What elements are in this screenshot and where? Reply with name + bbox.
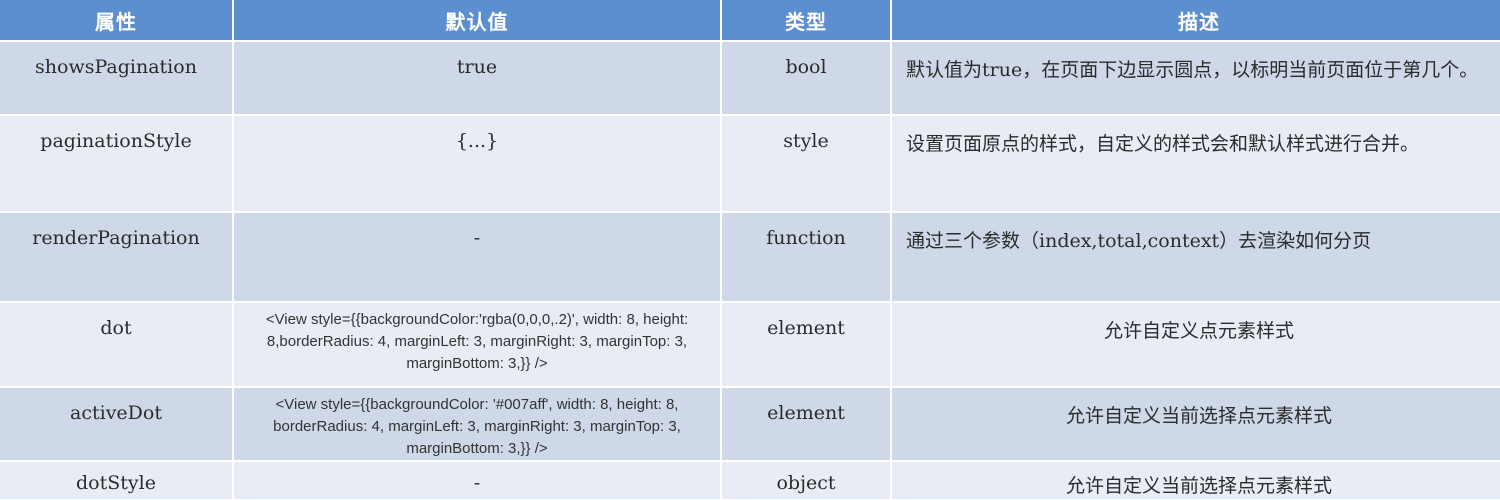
cell-default-code: <View style={{backgroundColor: '#007aff'… — [234, 388, 720, 460]
cell-type: style — [722, 116, 890, 211]
cell-description: 允许自定义当前选择点元素样式 — [892, 388, 1500, 460]
cell-default: - — [234, 462, 720, 499]
header-property: 属性 — [0, 0, 232, 40]
cell-type: function — [722, 213, 890, 301]
cell-default-code: <View style={{backgroundColor:'rgba(0,0,… — [234, 303, 720, 386]
cell-type: bool — [722, 42, 890, 114]
cell-name: showsPagination — [0, 42, 232, 114]
cell-type: element — [722, 303, 890, 386]
cell-description: 设置页面原点的样式，自定义的样式会和默认样式进行合并。 — [892, 116, 1500, 211]
cell-name: dot — [0, 303, 232, 386]
header-type: 类型 — [722, 0, 890, 40]
cell-default: true — [234, 42, 720, 114]
cell-name: renderPagination — [0, 213, 232, 301]
cell-default: - — [234, 213, 720, 301]
cell-description: 默认值为true，在页面下边显示圆点，以标明当前页面位于第几个。 — [892, 42, 1500, 114]
cell-description: 允许自定义点元素样式 — [892, 303, 1500, 386]
cell-name: dotStyle — [0, 462, 232, 499]
properties-table: 属性 默认值 类型 描述 showsPagination true bool 默… — [0, 0, 1500, 499]
cell-type: element — [722, 388, 890, 460]
header-default: 默认值 — [234, 0, 720, 40]
header-description: 描述 — [892, 0, 1500, 40]
cell-description: 允许自定义当前选择点元素样式 — [892, 462, 1500, 499]
cell-name: activeDot — [0, 388, 232, 460]
cell-name: paginationStyle — [0, 116, 232, 211]
cell-type: object — [722, 462, 890, 499]
cell-description: 通过三个参数（index,total,context）去渲染如何分页 — [892, 213, 1500, 301]
cell-default: {...} — [234, 116, 720, 211]
